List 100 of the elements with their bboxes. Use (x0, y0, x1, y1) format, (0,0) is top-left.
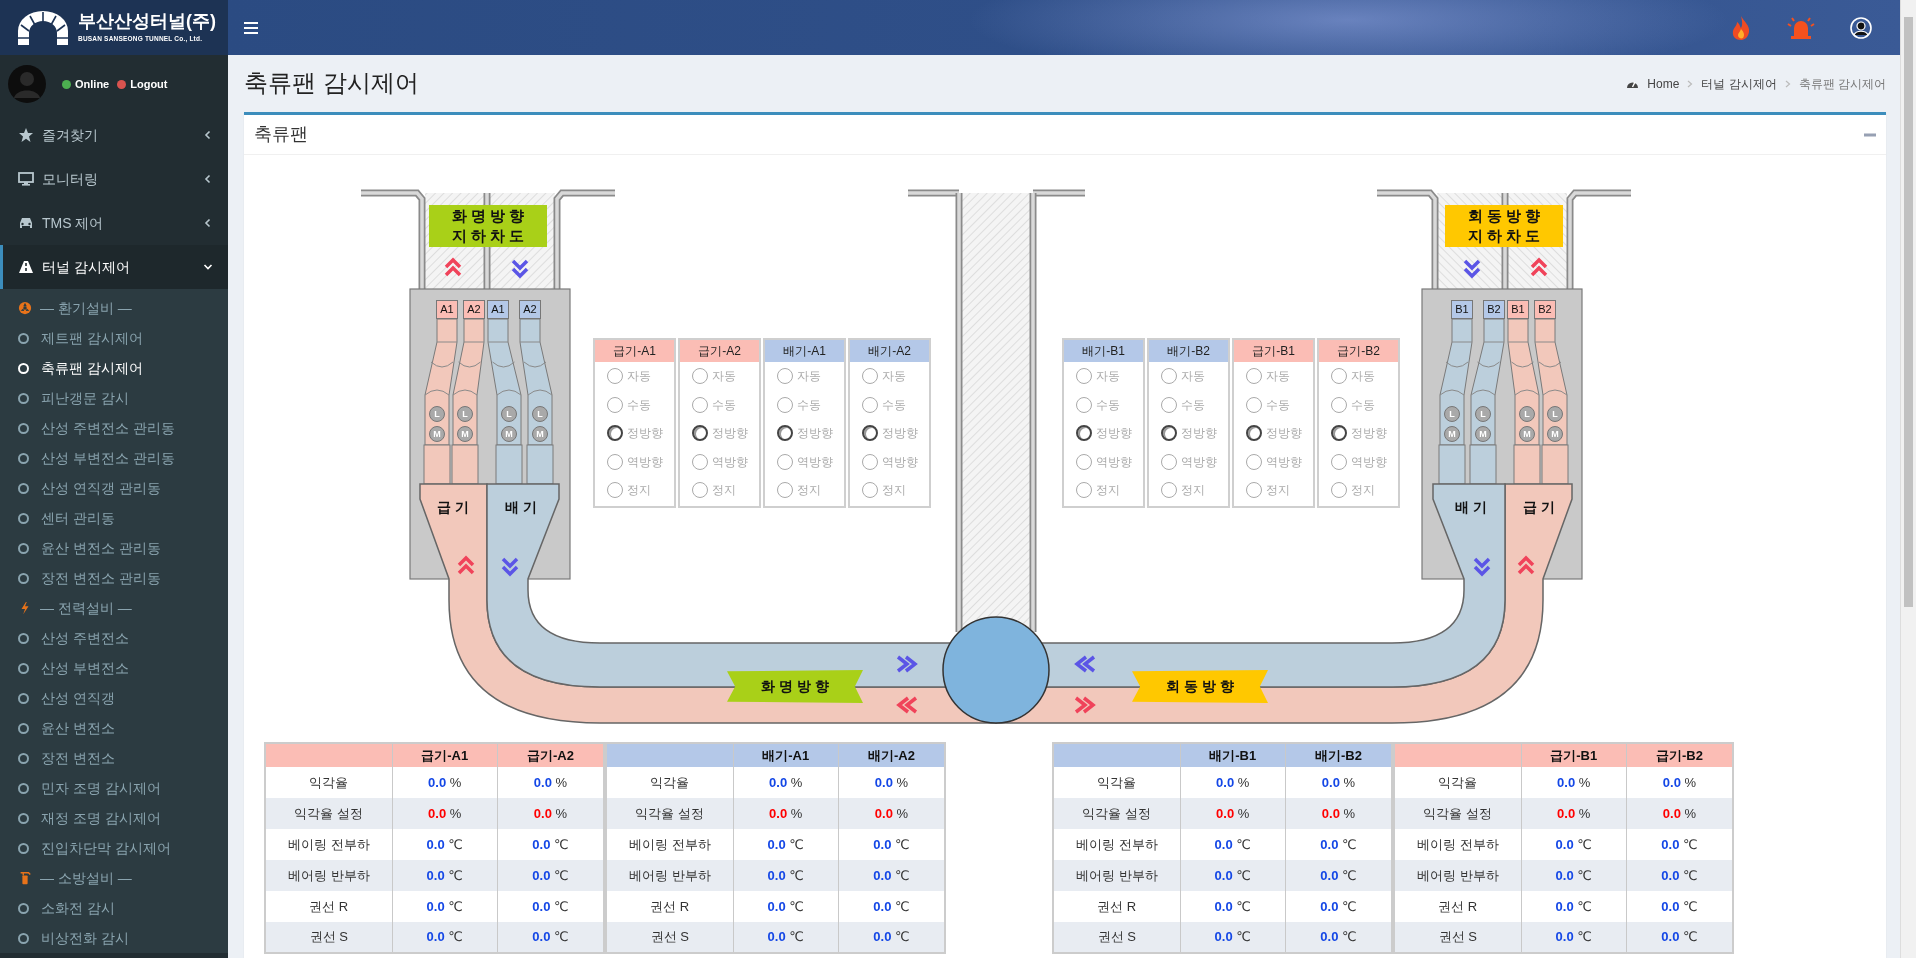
value-cell: 0.0 % (497, 798, 604, 829)
value-cell: 0.0 % (1626, 798, 1733, 829)
breadcrumb-link[interactable]: 터널 감시제어 (1701, 74, 1777, 93)
submenu-item[interactable]: 소화전 감시 (0, 893, 228, 923)
mode-radio-option[interactable]: 수동 (850, 390, 929, 419)
mode-radio-option[interactable]: 역방향 (850, 447, 929, 476)
sidebar-item[interactable]: TMS 제어 (0, 201, 228, 245)
value-cell: 0.0 ℃ (838, 860, 945, 891)
submenu-item[interactable]: 장전 변전소 관리동 (0, 563, 228, 593)
value-cell: 0.0 ℃ (392, 922, 498, 953)
mode-radio-option[interactable]: 정방향 (1149, 419, 1228, 448)
mode-radio-option[interactable]: 수동 (1234, 390, 1313, 419)
fan-label: A1 (436, 300, 458, 319)
mode-radio-option[interactable]: 자동 (850, 362, 929, 391)
mode-radio-option[interactable]: 수동 (1149, 390, 1228, 419)
car-icon (18, 215, 34, 231)
mode-radio-option[interactable]: 수동 (680, 390, 759, 419)
control-panel-title: 배기-B2 (1149, 340, 1228, 362)
column-header: 배기-A2 (838, 743, 945, 767)
mode-radio-option[interactable]: 정방향 (1064, 419, 1143, 448)
mode-radio-option[interactable]: 역방향 (765, 447, 844, 476)
submenu-item[interactable]: 센터 관리동 (0, 503, 228, 533)
fire-extinguisher-icon (18, 870, 32, 886)
submenu-item[interactable]: 산성 부변전소 (0, 653, 228, 683)
mode-radio-option[interactable]: 자동 (680, 362, 759, 391)
mode-radio-option[interactable]: 자동 (595, 362, 674, 391)
mode-radio-option[interactable]: 역방향 (1234, 447, 1313, 476)
scrollbar-thumb[interactable] (1904, 17, 1913, 607)
breadcrumb-link[interactable]: Home (1647, 74, 1680, 93)
submenu-item[interactable]: 재정 조명 감시제어 (0, 803, 228, 833)
submenu-item[interactable]: 진입차단막 감시제어 (0, 833, 228, 863)
mode-radio-option[interactable]: 정지 (765, 476, 844, 505)
submenu-item[interactable]: 산성 부변전소 관리동 (0, 443, 228, 473)
submenu-item[interactable]: 피난갱문 감시 (0, 383, 228, 413)
mode-radio-option[interactable]: 수동 (765, 390, 844, 419)
submenu-item[interactable]: 산성 연직갱 (0, 683, 228, 713)
chevron-left-icon (203, 130, 213, 140)
mode-radio-option[interactable]: 정지 (1149, 476, 1228, 505)
duct-label: 배 기 (505, 498, 537, 517)
value-cell: 0.0 ℃ (1626, 922, 1733, 953)
submenu-item[interactable]: 제트팬 감시제어 (0, 323, 228, 353)
submenu-item[interactable]: 민자 조명 감시제어 (0, 773, 228, 803)
mode-radio-option[interactable]: 자동 (1319, 362, 1398, 391)
mode-radio-option[interactable]: 정지 (1234, 476, 1313, 505)
mode-radio-option[interactable]: 역방향 (680, 447, 759, 476)
mode-radio-option[interactable]: 역방향 (1149, 447, 1228, 476)
mode-radio-option[interactable]: 자동 (765, 362, 844, 391)
mode-radio-option[interactable]: 정지 (595, 476, 674, 505)
scrollbar[interactable] (1900, 0, 1916, 958)
column-header: 급기-B1 (1521, 743, 1627, 767)
monitor-icon (18, 171, 34, 187)
mode-radio-option[interactable]: 역방향 (1319, 447, 1398, 476)
mode-radio-option[interactable]: 정지 (850, 476, 929, 505)
flame-icon[interactable] (1730, 14, 1752, 41)
submenu-item[interactable]: 산성 주변전소 (0, 623, 228, 653)
sidebar-item[interactable]: 터널 감시제어 (0, 245, 228, 289)
alarm-light-icon[interactable] (1786, 15, 1816, 40)
mode-radio-option[interactable]: 정방향 (680, 419, 759, 448)
submenu-item[interactable]: 장전 변전소 (0, 743, 228, 773)
double-chevron-right-icon (1074, 696, 1096, 714)
mode-radio-option[interactable]: 정방향 (1234, 419, 1313, 448)
mode-radio-option[interactable]: 정지 (1319, 476, 1398, 505)
mode-radio-option[interactable]: 자동 (1234, 362, 1313, 391)
mode-radio-option[interactable]: 정지 (1064, 476, 1143, 505)
logout-link[interactable]: Logout (130, 75, 168, 93)
value-cell: 0.0 ℃ (733, 922, 839, 953)
row-label: 권선 S (265, 922, 392, 953)
mode-radio-option[interactable]: 정지 (680, 476, 759, 505)
mode-radio-option[interactable]: 수동 (1064, 390, 1143, 419)
mode-radio-option[interactable]: 역방향 (1064, 447, 1143, 476)
chevron-down-icon (203, 262, 213, 272)
chevron-left-icon (203, 174, 213, 184)
submenu-item[interactable]: 축류팬 감시제어 (0, 353, 228, 383)
mode-radio-option[interactable]: 정방향 (1319, 419, 1398, 448)
collapse-icon[interactable] (1864, 132, 1876, 137)
fan-label: A1 (487, 300, 509, 319)
mode-radio-option[interactable]: 수동 (595, 390, 674, 419)
submenu-item[interactable]: 비상전화 감시 (0, 923, 228, 953)
mode-radio-option[interactable]: 정방향 (850, 419, 929, 448)
submenu-item[interactable]: 산성 주변전소 관리동 (0, 413, 228, 443)
user-icon[interactable] (1850, 16, 1872, 39)
mode-radio-option[interactable]: 자동 (1149, 362, 1228, 391)
fan-label: A2 (519, 300, 541, 319)
portal-sign: 회 동 방 향 지 하 차 도 (1445, 205, 1563, 247)
menu-icon[interactable] (244, 21, 258, 34)
mode-radio-option[interactable]: 자동 (1064, 362, 1143, 391)
duct-label: 배 기 (1455, 498, 1487, 517)
submenu-item[interactable]: 산성 연직갱 관리동 (0, 473, 228, 503)
sidebar-item[interactable]: 모니터링 (0, 157, 228, 201)
direction-banner: 회 동 방 향 (1132, 670, 1268, 703)
mode-radio-option[interactable]: 정방향 (765, 419, 844, 448)
column-header: 급기-A2 (497, 743, 604, 767)
duct-label: 급 기 (437, 498, 469, 517)
mode-radio-option[interactable]: 수동 (1319, 390, 1398, 419)
mode-radio-option[interactable]: 역방향 (595, 447, 674, 476)
submenu-item[interactable]: 윤산 변전소 관리동 (0, 533, 228, 563)
submenu-item[interactable]: 윤산 변전소 (0, 713, 228, 743)
double-chevron-up-icon (444, 257, 462, 277)
sidebar-item[interactable]: 즐겨찾기 (0, 113, 228, 157)
mode-radio-option[interactable]: 정방향 (595, 419, 674, 448)
